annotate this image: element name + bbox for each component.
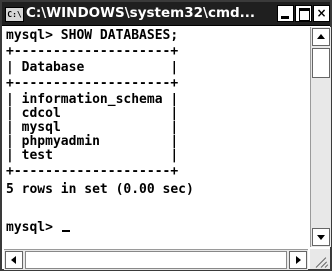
window-title: C:\WINDOWS\system32\cmd... <box>26 5 256 21</box>
console-line: +--------------------+ <box>6 44 179 59</box>
console-line: mysql> SHOW DATABASES; <box>6 28 179 43</box>
scroll-up-button[interactable] <box>312 28 330 46</box>
horizontal-scrollbar[interactable] <box>4 249 308 270</box>
console-line: | mysql | <box>6 120 179 135</box>
console-app-icon[interactable]: C:\ <box>5 7 24 22</box>
grip-line <box>324 264 329 268</box>
minimize-button[interactable] <box>277 5 294 22</box>
console-output[interactable]: mysql> SHOW DATABASES; +----------------… <box>4 27 308 247</box>
arrow-down-icon <box>317 235 325 240</box>
cursor <box>61 230 70 232</box>
close-icon: × <box>316 6 327 20</box>
console-window: C:\ C:\WINDOWS\system32\cmd... × mysql> … <box>0 0 332 271</box>
scroll-left-button[interactable] <box>5 251 23 269</box>
command-prompt: mysql> <box>6 220 70 235</box>
arrow-left-icon <box>11 256 16 264</box>
console-line: | Database | <box>6 60 179 75</box>
title-bar[interactable]: C:\ C:\WINDOWS\system32\cmd... × <box>2 2 330 26</box>
maximize-icon <box>299 8 310 21</box>
scroll-down-button[interactable] <box>312 228 330 246</box>
console-line: +--------------------+ <box>6 76 179 91</box>
console-line: | information_schema | <box>6 92 179 107</box>
console-line: | test | <box>6 148 179 163</box>
console-line: +--------------------+ <box>6 164 179 179</box>
console-line: | cdcol | <box>6 106 179 121</box>
console-line: | phpmyadmin | <box>6 134 179 149</box>
arrow-right-icon <box>296 256 301 264</box>
scroll-right-button[interactable] <box>289 251 307 269</box>
maximize-button[interactable] <box>295 5 312 22</box>
prompt-text: mysql> <box>6 220 61 235</box>
horizontal-scroll-thumb[interactable] <box>25 251 287 269</box>
console-line: 5 rows in set (0.00 sec) <box>6 182 194 197</box>
vertical-scrollbar[interactable] <box>310 27 331 247</box>
minimize-icon <box>281 16 289 19</box>
vertical-scroll-thumb[interactable] <box>312 48 330 78</box>
close-button[interactable]: × <box>313 5 330 22</box>
arrow-up-icon <box>317 34 325 39</box>
resize-grip[interactable] <box>310 249 330 269</box>
